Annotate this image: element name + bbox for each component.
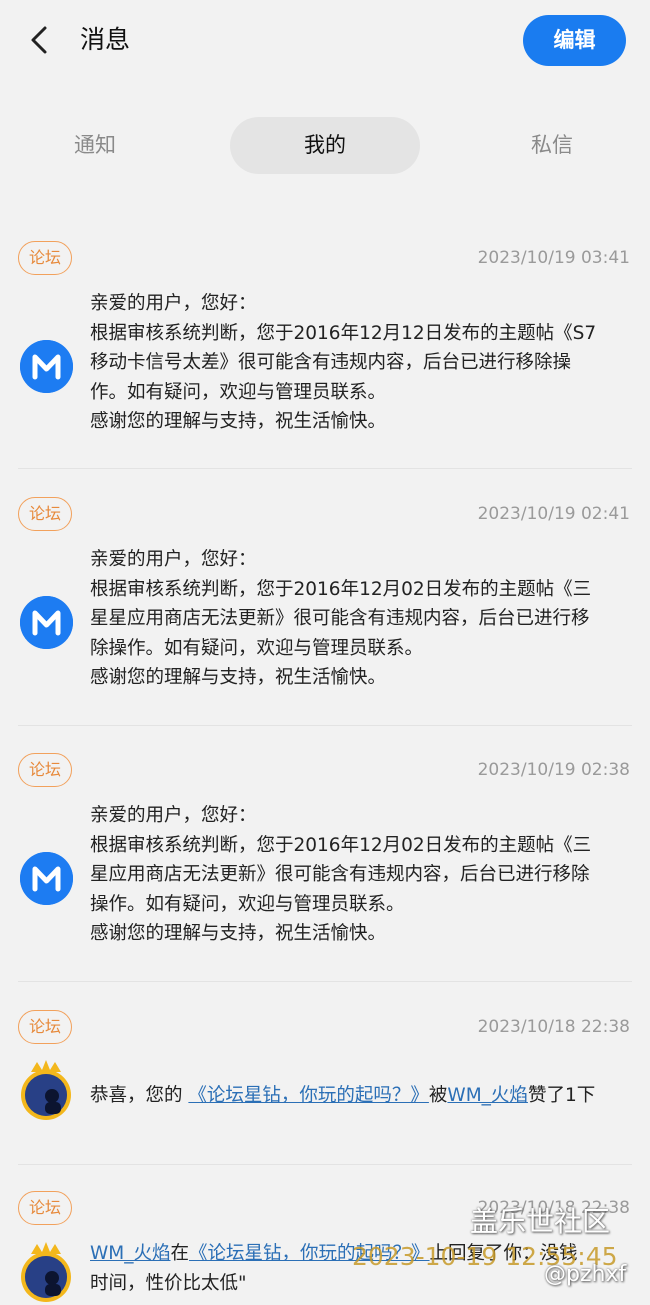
- message-time: 2023/10/19 02:41: [477, 504, 630, 524]
- divider: [18, 468, 632, 469]
- tab-notifications[interactable]: 通知: [40, 117, 150, 174]
- message-time: 2023/10/18 22:38: [477, 1017, 630, 1037]
- message-body: 亲爱的用户，您好： 根据审核系统判断，您于2016年12月12日发布的主题帖《S…: [90, 289, 635, 437]
- samsung-members-avatar: [20, 852, 73, 905]
- user-link[interactable]: WM_火焰: [90, 1243, 171, 1264]
- divider: [18, 981, 632, 982]
- message-text: 赞了1下: [527, 1085, 596, 1106]
- message-text: 被: [428, 1085, 448, 1106]
- edit-button[interactable]: 编辑: [523, 15, 626, 66]
- message-item[interactable]: 论坛 2023/10/19 02:38 亲爱的用户，您好： 根据审核系统判断，您…: [0, 753, 650, 983]
- forum-tag: 论坛: [18, 497, 72, 531]
- topic-link[interactable]: 《论坛星钻，你玩的起吗？》: [188, 1085, 429, 1106]
- message-line: 亲爱的用户，您好：: [90, 549, 257, 570]
- message-line: 根据审核系统判断，您于2016年12月02日发布的主题帖《三: [90, 578, 592, 600]
- back-arrow-icon[interactable]: [22, 22, 58, 58]
- message-line: 根据审核系统判断，您于2016年12月02日发布的主题帖《三: [90, 834, 592, 856]
- forum-tag: 论坛: [18, 1191, 72, 1225]
- tab-bar: 通知 我的 私信: [0, 117, 650, 174]
- message-line: 移动卡信号太差》很可能含有违规内容，后台已进行移除操: [90, 352, 572, 373]
- community-watermark: 盖乐世社区: [470, 1205, 611, 1238]
- message-line: 根据审核系统判断，您于2016年12月12日发布的主题帖《S7: [90, 322, 597, 344]
- message-line: 星应用商店无法更新》很可能含有违规内容，后台已进行移除: [90, 864, 590, 885]
- message-body: 亲爱的用户，您好： 根据审核系统判断，您于2016年12月02日发布的主题帖《三…: [90, 801, 635, 949]
- forum-tag: 论坛: [18, 1010, 72, 1044]
- message-body: 亲爱的用户，您好： 根据审核系统判断，您于2016年12月02日发布的主题帖《三…: [90, 545, 635, 693]
- user-watermark: @pzhxf: [544, 1262, 627, 1287]
- message-line: 感谢您的理解与支持，祝生活愉快。: [90, 411, 387, 432]
- message-body: 恭喜，您的 《论坛星钻，你玩的起吗？》被WM_火焰赞了1下: [90, 1081, 635, 1111]
- message-line: 亲爱的用户，您好：: [90, 805, 257, 826]
- message-line: 作。如有疑问，欢迎与管理员联系。: [90, 381, 387, 403]
- forum-tag: 论坛: [18, 753, 72, 787]
- message-line: 操作。如有疑问，欢迎与管理员联系。: [90, 893, 405, 915]
- divider: [18, 1164, 632, 1165]
- message-line: 感谢您的理解与支持，祝生活愉快。: [90, 923, 387, 944]
- tab-private-messages[interactable]: 私信: [497, 117, 607, 174]
- message-text: 在: [170, 1243, 190, 1264]
- tab-mine[interactable]: 我的: [230, 117, 420, 174]
- message-item[interactable]: 论坛 2023/10/18 22:38 恭喜，您的 《论坛星钻，你玩的起吗？》被…: [0, 1010, 650, 1160]
- message-line: 除操作。如有疑问，欢迎与管理员联系。: [90, 637, 424, 659]
- messages-page: 消息 编辑 通知 我的 私信 论坛 2023/10/19 03:41 亲爱的用户…: [0, 0, 650, 1305]
- message-line: 亲爱的用户，您好：: [90, 293, 257, 314]
- message-item[interactable]: 论坛 2023/10/19 03:41 亲爱的用户，您好： 根据审核系统判断，您…: [0, 241, 650, 471]
- message-item[interactable]: 论坛 2023/10/19 02:41 亲爱的用户，您好： 根据审核系统判断，您…: [0, 497, 650, 727]
- message-line: 感谢您的理解与支持，祝生活愉快。: [90, 667, 387, 688]
- message-text: 恭喜，您的: [90, 1085, 189, 1106]
- divider: [18, 725, 632, 726]
- user-link[interactable]: WM_火焰: [447, 1085, 528, 1106]
- forum-tag: 论坛: [18, 241, 72, 275]
- user-avatar[interactable]: [17, 1060, 75, 1122]
- message-time: 2023/10/19 02:38: [477, 760, 630, 780]
- user-avatar[interactable]: [17, 1242, 75, 1304]
- page-title: 消息: [80, 25, 131, 54]
- top-bar: 消息 编辑: [0, 0, 650, 82]
- message-line: 星星应用商店无法更新》很可能含有违规内容，后台已进行移: [90, 608, 590, 629]
- samsung-members-avatar: [20, 340, 73, 393]
- message-time: 2023/10/19 03:41: [477, 248, 630, 268]
- samsung-members-avatar: [20, 596, 73, 649]
